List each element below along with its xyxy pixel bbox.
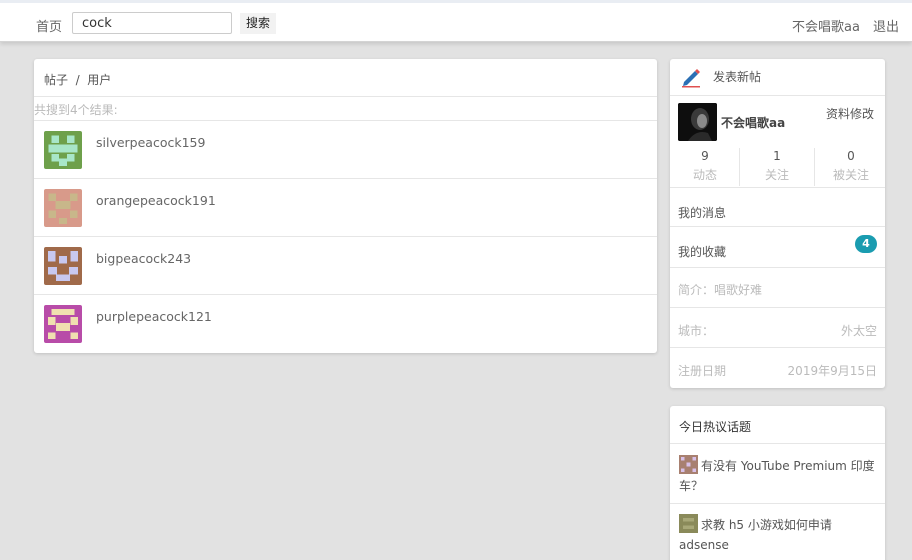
topic-author-avatar[interactable] bbox=[679, 455, 698, 474]
user-result-row[interactable]: silverpeacock159 bbox=[34, 121, 657, 179]
home-link[interactable]: 首页 bbox=[36, 16, 62, 35]
user-name[interactable]: orangepeacock191 bbox=[96, 193, 216, 208]
favorites-count-badge: 4 bbox=[855, 235, 877, 253]
hot-topic-title[interactable]: 有没有 YouTube Premium 印度车？ bbox=[679, 459, 875, 493]
stat-label: 被关注 bbox=[832, 168, 869, 182]
divider bbox=[34, 96, 657, 97]
hot-topic-item[interactable]: 有没有 YouTube Premium 印度车？ bbox=[679, 455, 879, 496]
profile-avatar[interactable] bbox=[678, 103, 717, 141]
stat-label: 动态 bbox=[692, 168, 717, 182]
result-count: 共搜到4个结果: bbox=[34, 103, 118, 117]
register-date-label: 注册日期 bbox=[678, 364, 727, 378]
stat-value: 0 bbox=[847, 149, 855, 163]
stat-label: 关注 bbox=[764, 168, 789, 182]
my-favorites-link[interactable]: 我的收藏 bbox=[678, 243, 726, 260]
bio-text: 简介：唱歌好难 bbox=[678, 283, 763, 297]
user-avatar[interactable] bbox=[44, 247, 82, 285]
profile-name[interactable]: 不会唱歌aa bbox=[721, 114, 785, 131]
stat-posts[interactable]: 9 动态 bbox=[670, 149, 740, 187]
new-post-link[interactable]: 发表新帖 bbox=[713, 68, 761, 85]
user-result-row[interactable]: bigpeacock243 bbox=[34, 237, 657, 295]
topic-author-avatar[interactable] bbox=[679, 514, 698, 533]
user-avatar[interactable] bbox=[44, 131, 82, 169]
stat-value: 1 bbox=[773, 149, 781, 163]
search-button[interactable]: 搜索 bbox=[240, 13, 277, 34]
hot-topic-title[interactable]: 求教 h5 小游戏如何申请 adsense bbox=[679, 518, 832, 552]
divider bbox=[670, 503, 885, 504]
divider bbox=[739, 148, 740, 186]
divider bbox=[670, 307, 885, 308]
user-result-row[interactable]: orangepeacock191 bbox=[34, 179, 657, 237]
hot-topics-title: 今日热议话题 bbox=[679, 420, 752, 434]
divider bbox=[670, 95, 885, 96]
divider bbox=[814, 148, 815, 186]
divider bbox=[670, 347, 885, 348]
search-results-panel: 帖子 / 用户 共搜到4个结果: silverpeacock159 orange… bbox=[34, 59, 657, 353]
hot-topic-item[interactable]: 求教 h5 小游戏如何申请 adsense bbox=[679, 514, 879, 555]
pencil-icon[interactable] bbox=[680, 66, 702, 88]
divider bbox=[670, 187, 885, 188]
divider bbox=[670, 226, 885, 227]
city-label: 城市： bbox=[678, 324, 715, 338]
register-date-value: 2019年9月15日 bbox=[787, 364, 877, 378]
stat-followers[interactable]: 0 被关注 bbox=[816, 149, 885, 187]
search-input[interactable] bbox=[72, 12, 232, 34]
username-link[interactable]: 不会唱歌aa bbox=[792, 16, 860, 35]
user-name[interactable]: bigpeacock243 bbox=[96, 251, 191, 266]
user-avatar[interactable] bbox=[44, 305, 82, 343]
stat-value: 9 bbox=[701, 149, 709, 163]
divider bbox=[670, 443, 885, 444]
logout-link[interactable]: 退出 bbox=[873, 16, 899, 35]
divider bbox=[670, 267, 885, 268]
hot-topics-panel: 今日热议话题 有没有 YouTube Premium 印度车？ 求教 h5 小游… bbox=[670, 406, 885, 560]
edit-profile-link[interactable]: 资料修改 bbox=[826, 105, 874, 122]
top-navbar: 首页 搜索 不会唱歌aa 退出 bbox=[0, 0, 912, 42]
my-messages-link[interactable]: 我的消息 bbox=[678, 204, 726, 221]
user-avatar[interactable] bbox=[44, 189, 82, 227]
result-type-breadcrumb[interactable]: 帖子 / 用户 bbox=[44, 71, 111, 88]
user-result-row[interactable]: purplepeacock121 bbox=[34, 295, 657, 353]
stat-following[interactable]: 1 关注 bbox=[742, 149, 812, 187]
user-name[interactable]: purplepeacock121 bbox=[96, 309, 212, 324]
user-name[interactable]: silverpeacock159 bbox=[96, 135, 205, 150]
top-stripe bbox=[0, 0, 912, 3]
city-value: 外太空 bbox=[840, 324, 877, 338]
profile-card: 发表新帖 不会唱歌aa 资料修改 9 动态 1 关注 0 被关注 我的消息 我的… bbox=[670, 59, 885, 388]
